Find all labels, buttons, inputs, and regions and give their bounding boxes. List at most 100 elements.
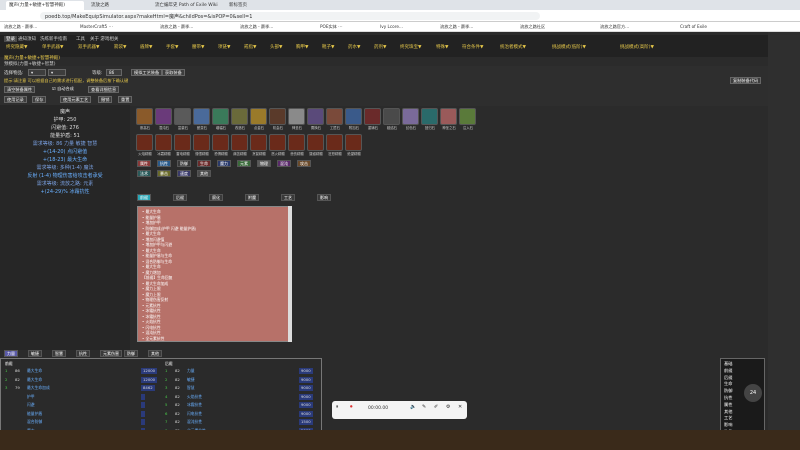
bottom-tab[interactable]: 元素伤害 [100,350,122,357]
browser-tab[interactable]: 流亡编年史 Path of Exile Wiki [152,1,222,10]
craft-sim-button[interactable]: 模拟工艺装备 [131,69,163,76]
settings-icon[interactable]: ⚙ [446,404,450,410]
currency-icon[interactable] [288,108,305,125]
currency-icon[interactable] [459,108,476,125]
nav-category[interactable]: 手套▼ [166,44,178,50]
undo-button[interactable]: 撤销 [98,96,113,103]
nav-category[interactable]: 终究珠宝▼ [400,44,421,50]
filter-chip[interactable]: 防御 [177,160,191,167]
nav-category[interactable]: 特殊▼ [436,44,448,50]
bottom-tab[interactable]: 智慧 [52,350,66,357]
bookmark[interactable]: 流放之路 - 赛季... [4,24,37,30]
mod-tab[interactable]: 工艺 [281,194,295,201]
nav-category[interactable]: 箭袋▼ [114,44,126,50]
essence-icon[interactable] [174,134,191,151]
bottom-tab[interactable]: 敏捷 [28,350,42,357]
currency-icon[interactable] [383,108,400,125]
close-icon[interactable]: ✕ [458,404,462,410]
right-menu-item[interactable]: 防御 [724,388,732,394]
bottom-tab[interactable]: 其他 [148,350,162,357]
row-name[interactable]: 火焰抗性 [187,394,202,400]
essence-icon[interactable] [136,134,153,151]
nav-category[interactable]: 腰带▼ [192,44,204,50]
browser-tab[interactable]: 新标签页 [226,1,256,10]
filter-chip[interactable]: 混沌 [277,160,291,167]
filter-chip[interactable]: 抗性 [157,160,171,167]
reset-button[interactable]: 重置 [118,96,133,103]
row-name[interactable]: 最大生命 [27,368,42,374]
mod-tab[interactable]: 后缀 [173,194,187,201]
marker-icon[interactable]: ✐ [434,404,438,410]
record-icon[interactable]: ⏺ [350,404,353,410]
currency-icon[interactable] [231,108,248,125]
currency-icon[interactable] [345,108,362,125]
nav-category[interactable]: 统治者模式▼ [500,44,526,50]
right-menu-item[interactable]: 生命 [724,381,732,387]
copy-code-button[interactable]: 复制装备代码 [730,77,762,84]
right-menu-item[interactable]: 前缀 [724,368,732,374]
mod-row[interactable]: • 全元素抗性 [142,336,164,342]
volume-icon[interactable]: 🔈 [410,404,416,410]
url-input[interactable]: poedb.top/MakeEquipSimulator.aspx?makeHt… [40,12,540,20]
mod-tab[interactable]: 腐化 [209,194,223,201]
mod-tab[interactable]: 附魔 [245,194,259,201]
currency-icon[interactable] [155,108,172,125]
filter-chip[interactable]: 魔力 [217,160,231,167]
right-menu-item[interactable]: 其他 [724,409,732,415]
essence-icon[interactable] [288,134,305,151]
bookmark[interactable]: 流放之路官方... [600,24,629,30]
nav-category[interactable]: 项链▼ [218,44,230,50]
bookmark[interactable]: MasterCraft5 ⋯ [80,24,113,29]
nav-category[interactable]: 符合条件▼ [462,44,483,50]
filter-chip[interactable]: 攻击 [297,160,311,167]
nav-category[interactable]: 单手武器▼ [42,44,63,50]
filter-chip[interactable]: 其他 [197,170,211,177]
nav-category[interactable]: 头部▼ [270,44,282,50]
currency-icon[interactable] [250,108,267,125]
nav-item[interactable]: 洗练新手指南 [40,36,67,42]
nav-item[interactable]: 关于 游戏相关 [90,36,118,42]
row-name[interactable]: 护甲 [27,394,35,400]
currency-icon[interactable] [269,108,286,125]
currency-icon[interactable] [326,108,343,125]
mod-tab[interactable]: 影响 [317,194,331,201]
bottom-tab[interactable]: 力量 [4,350,18,357]
bottom-tab[interactable]: 抗性 [76,350,90,357]
row-name[interactable]: 智慧 [187,385,195,391]
nav-category[interactable]: 药水▼ [348,44,360,50]
row-name[interactable]: 最大生命 [27,377,42,383]
filter-chip[interactable]: 暴击 [157,170,171,177]
right-menu-item[interactable]: 工艺 [724,415,732,421]
currency-icon[interactable] [440,108,457,125]
row-name[interactable]: 闪避 [27,402,35,408]
currency-icon[interactable] [136,108,153,125]
nav-category[interactable]: 双手武器▼ [78,44,99,50]
bookmark[interactable]: 流放之路 - 赛季... [440,24,473,30]
right-menu-item[interactable]: 抗性 [724,395,732,401]
row-name[interactable]: 冰霜抗性 [187,402,202,408]
pen-icon[interactable]: ✎ [422,404,426,410]
filter-chip[interactable]: 法术 [137,170,151,177]
currency-icon[interactable] [212,108,229,125]
bottom-tab[interactable]: 防御 [124,350,138,357]
nav-category[interactable]: 药剂▼ [374,44,386,50]
element-craft-button[interactable]: 使用元素工艺 [60,96,92,103]
nav-item[interactable]: 通知须知 [18,36,36,42]
right-menu-item[interactable]: 属性 [724,402,732,408]
base-select[interactable]: ▾ [48,69,66,76]
currency-icon[interactable] [174,108,191,125]
right-menu-item[interactable]: 影响 [724,422,732,428]
essence-icon[interactable] [326,134,343,151]
nav-category[interactable]: 终究隐藏▼ [6,44,27,50]
bookmark[interactable]: 流放之路 - 赛季... [160,24,193,30]
nav-category[interactable]: 靴子▼ [322,44,334,50]
row-name[interactable]: 能量护盾 [27,411,42,417]
essence-icon[interactable] [250,134,267,151]
currency-icon[interactable] [421,108,438,125]
nav-category[interactable]: 胸甲▼ [296,44,308,50]
filter-chip[interactable]: 生命 [197,160,211,167]
nav-category[interactable]: 盾牌▼ [140,44,152,50]
currency-icon[interactable] [193,108,210,125]
mod-scrollbar[interactable] [288,206,292,342]
row-name[interactable]: 敏捷 [187,377,195,383]
